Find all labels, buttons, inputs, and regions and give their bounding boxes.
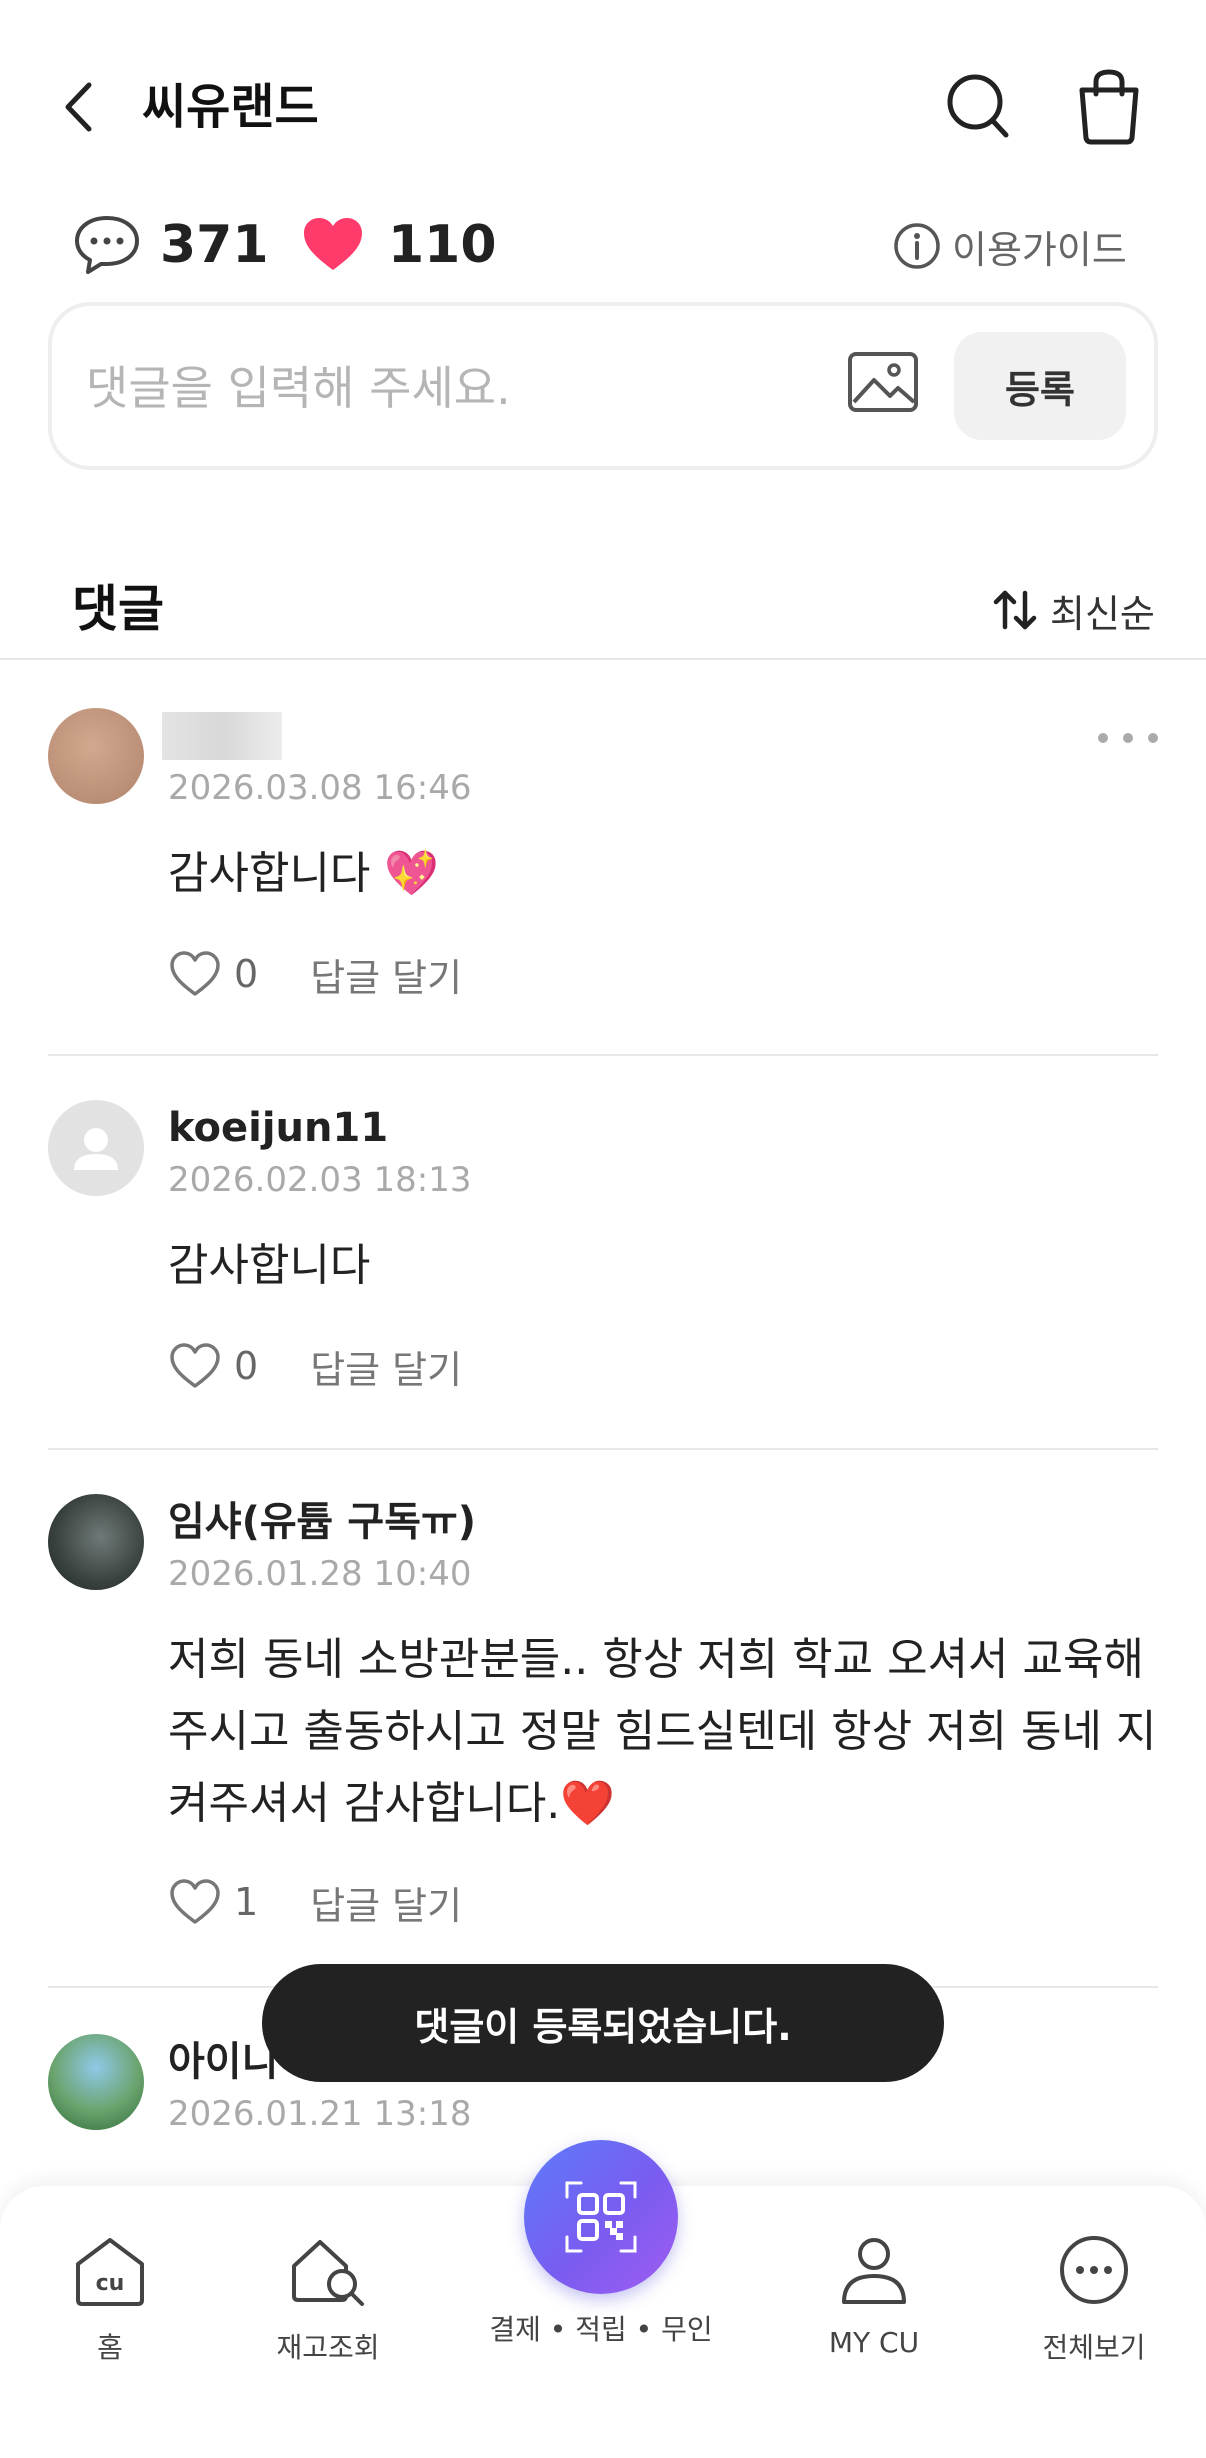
toast-message: 댓글이 등록되었습니다. [262, 1964, 944, 2082]
more-icon [1098, 733, 1108, 743]
top-app-bar: 씨유랜드 [0, 0, 1206, 200]
pay-qr-button[interactable] [524, 2140, 678, 2294]
comment-actions: 1 답글 달기 [168, 1872, 462, 1932]
post-stats: 371 110 이용가이드 [0, 200, 1206, 290]
sort-arrows-icon [993, 590, 1037, 630]
comment-date: 2026.03.08 16:46 [168, 768, 472, 808]
like-button[interactable]: 0 [168, 949, 258, 999]
like-count: 110 [388, 215, 497, 275]
submit-button[interactable]: 등록 [954, 332, 1126, 440]
usage-guide-link[interactable]: 이용가이드 [892, 216, 1127, 276]
nav-stock-label: 재고조회 [276, 2331, 380, 2364]
comment-text: 저희 동네 소방관분들.. 항상 저희 학교 오셔서 교육해주시고 출동하시고 … [168, 1634, 1157, 1829]
heart-outline-icon [170, 951, 220, 996]
avatar[interactable] [48, 708, 144, 804]
heart-outline-icon [170, 1343, 220, 1388]
comment-actions: 0 답글 달기 [168, 1336, 462, 1396]
qr-code-icon [565, 2181, 637, 2253]
like-button[interactable]: 1 [168, 1877, 258, 1927]
comment-text: 감사합니다 [168, 1240, 371, 1291]
cart-button[interactable] [1072, 66, 1146, 146]
reply-button[interactable]: 답글 달기 [310, 1339, 462, 1394]
nav-all[interactable]: 전체보기 [1004, 2230, 1184, 2366]
more-circle-icon [1060, 2236, 1128, 2304]
comments-title: 댓글 [72, 580, 164, 638]
comment-author[interactable] [162, 712, 282, 760]
search-button[interactable] [944, 66, 1014, 146]
comments-header: 댓글 최신순 [0, 560, 1206, 660]
stock-search-icon [292, 2240, 364, 2306]
avatar[interactable] [48, 1494, 144, 1590]
sort-label: 최신순 [1050, 591, 1155, 636]
comment-input[interactable] [86, 346, 826, 430]
usage-guide-label: 이용가이드 [952, 227, 1127, 272]
like-count: 0 [234, 1344, 259, 1388]
person-icon [842, 2238, 906, 2304]
like-count: 1 [234, 1880, 259, 1924]
nav-home[interactable]: cu 홈 [20, 2230, 200, 2366]
reply-button[interactable]: 답글 달기 [310, 1875, 462, 1930]
back-arrow-icon [65, 82, 92, 132]
comment-actions: 0 답글 달기 [168, 944, 462, 1004]
comment-date: 2026.02.03 18:13 [168, 1160, 472, 1200]
nav-stock[interactable]: 재고조회 [238, 2230, 418, 2366]
comment-item: 임샤(유튭 구독ㅠ) 2026.01.28 10:40 저희 동네 소방관분들.… [48, 1494, 1158, 1988]
sort-button[interactable]: 최신순 [990, 580, 1155, 640]
comment-text: 감사합니다 💖 [168, 848, 440, 899]
person-placeholder-icon [74, 1128, 118, 1170]
avatar[interactable] [48, 1100, 144, 1196]
cu-home-icon: cu [76, 2238, 144, 2306]
more-options-button[interactable] [1098, 718, 1158, 758]
nav-all-label: 전체보기 [1042, 2331, 1146, 2364]
nav-home-label: 홈 [97, 2331, 123, 2364]
comment-author[interactable]: koeijun11 [168, 1100, 388, 1156]
nav-my-label: MY CU [828, 2326, 920, 2359]
nav-my[interactable]: MY CU [784, 2230, 964, 2359]
comment-item: koeijun11 2026.02.03 18:13 감사합니다 0 답글 달기 [48, 1100, 1158, 1450]
svg-text:cu: cu [96, 2271, 125, 2296]
heart-icon[interactable] [300, 214, 366, 274]
speech-bubble-icon [75, 216, 139, 274]
shopping-bag-icon [1079, 69, 1139, 145]
like-count: 0 [234, 952, 259, 996]
image-icon[interactable] [846, 348, 920, 416]
comment-date: 2026.01.21 13:18 [168, 2094, 472, 2134]
like-button[interactable]: 0 [168, 1341, 258, 1391]
comment-input-box: 등록 [48, 302, 1158, 470]
nav-pay-label: 결제 • 적립 • 무인 [489, 2313, 713, 2346]
back-button[interactable] [50, 72, 106, 142]
heart-outline-icon [170, 1879, 220, 1924]
page-title: 씨유랜드 [142, 79, 319, 135]
comment-date: 2026.01.28 10:40 [168, 1554, 472, 1594]
info-icon [894, 223, 940, 269]
comment-author[interactable]: 임샤(유튭 구독ㅠ) [168, 1494, 476, 1550]
reply-button[interactable]: 답글 달기 [310, 947, 462, 1002]
comment-count: 371 [160, 215, 269, 275]
avatar[interactable] [48, 2034, 144, 2130]
search-icon [947, 74, 1009, 138]
comment-author[interactable]: 아이니 [168, 2034, 278, 2090]
comment-item: 2026.03.08 16:46 감사합니다 💖 0 답글 달기 [48, 708, 1158, 1056]
